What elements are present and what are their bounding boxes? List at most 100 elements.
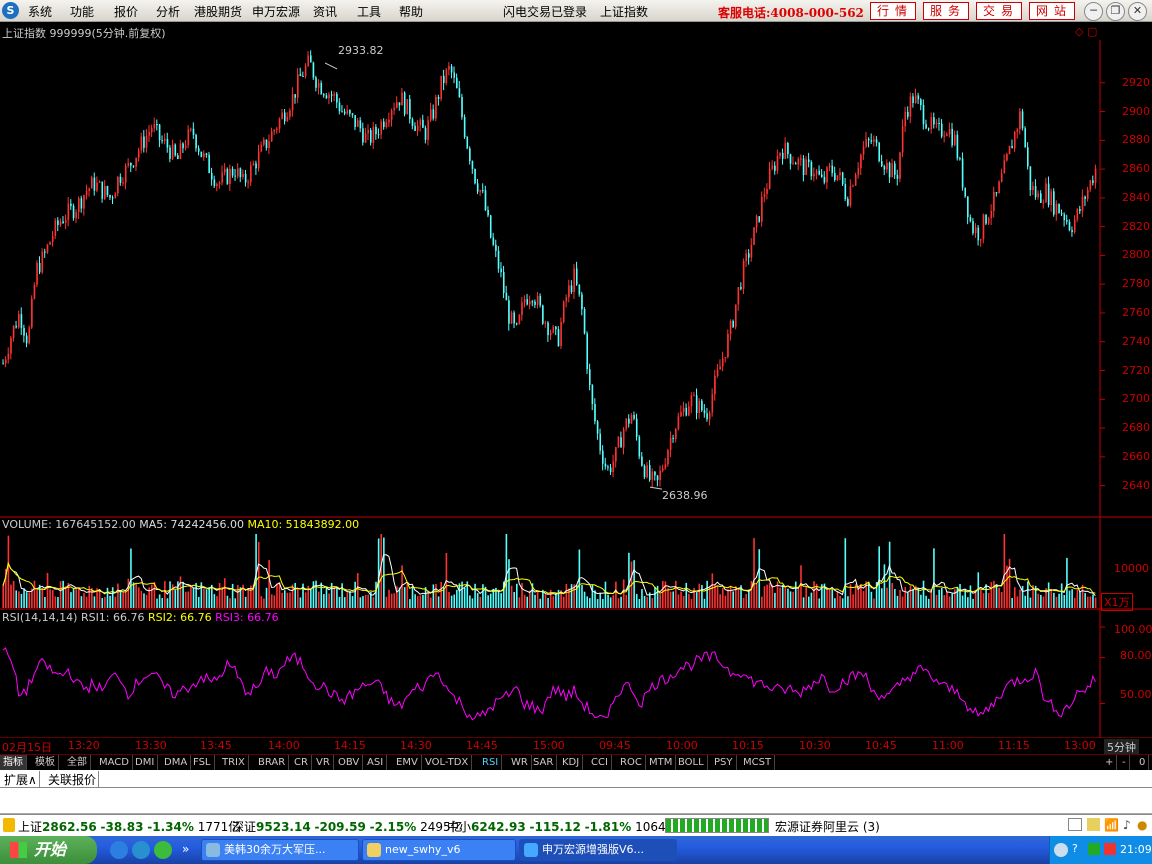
trade-button[interactable]: 交易	[976, 2, 1022, 20]
tab-brar[interactable]: BRAR	[255, 755, 290, 770]
volume-bar	[813, 581, 815, 608]
alert-icon[interactable]: ●	[1137, 818, 1147, 832]
candle-body	[698, 400, 701, 414]
antivirus-icon[interactable]	[1104, 843, 1116, 855]
tab-rsi[interactable]: RSI	[479, 755, 503, 770]
volume-bar	[122, 591, 124, 608]
service-button[interactable]: 服务	[923, 2, 969, 20]
menu-hk-futures[interactable]: 港股期货	[194, 3, 242, 20]
candle-body	[828, 165, 831, 168]
volume-bar	[927, 598, 930, 608]
tab-kdj[interactable]: KDJ	[559, 755, 584, 770]
chart-canvas[interactable]	[0, 22, 1152, 740]
menu-swhy[interactable]: 申万宏源	[252, 3, 300, 20]
tab-control-0[interactable]: +	[1102, 755, 1118, 770]
candle-body	[521, 302, 523, 315]
signal-icon[interactable]: 📶	[1104, 818, 1119, 832]
candle-body	[127, 162, 130, 166]
tab-dma[interactable]: DMA	[161, 755, 192, 770]
candle-body	[927, 128, 930, 130]
start-button[interactable]: 开始	[0, 836, 97, 864]
tab-模板[interactable]: 模板	[32, 755, 59, 770]
tab-cci[interactable]: CCI	[588, 755, 612, 770]
clock[interactable]: 21:09	[1120, 843, 1152, 856]
candle-body	[1086, 189, 1089, 200]
quote-button[interactable]: 行情	[870, 2, 916, 20]
tab-related-quote[interactable]: 关联报价	[46, 771, 100, 788]
sound-icon[interactable]: ♪	[1123, 818, 1131, 832]
tab-vol-tdx[interactable]: VOL-TDX	[422, 755, 473, 770]
tab-fsl[interactable]: FSL	[190, 755, 215, 770]
volume-bar	[787, 588, 789, 608]
sh-index[interactable]: 上证2862.56 -38.83 -1.34% 1771亿	[18, 818, 240, 835]
candle-body	[461, 97, 463, 118]
menu-system[interactable]: 系统	[28, 3, 52, 20]
help-icon[interactable]: ?	[1072, 842, 1078, 855]
candle-body	[323, 94, 325, 96]
volume-bar	[237, 585, 239, 608]
volume-bar	[1068, 590, 1071, 608]
browser-icon[interactable]	[132, 841, 150, 859]
app-logo-icon[interactable]: S	[2, 2, 19, 19]
server-name[interactable]: 宏源证券阿里云 (3)	[775, 818, 880, 835]
ie-icon[interactable]	[110, 841, 128, 859]
tab-mcst[interactable]: MCST	[740, 755, 776, 770]
tab-psy[interactable]: PSY	[711, 755, 737, 770]
tab-dmi[interactable]: DMI	[132, 755, 159, 770]
tab-extend[interactable]: 扩展∧	[2, 771, 40, 788]
tab-指标[interactable]: 指标	[0, 755, 27, 770]
tab-control-1[interactable]: -	[1119, 755, 1130, 770]
volume-bar	[925, 595, 927, 608]
shield-icon[interactable]	[1088, 843, 1100, 855]
quicklaunch-more-icon[interactable]: »	[182, 842, 189, 856]
window-icon[interactable]	[1068, 818, 1082, 831]
candle-body	[740, 287, 742, 289]
menu-function[interactable]: 功能	[70, 3, 94, 20]
tab-roc[interactable]: ROC	[617, 755, 646, 770]
taskbar-task-swhy[interactable]: 申万宏源增强版V6...	[519, 839, 677, 861]
period-selector[interactable]: 5分钟	[1104, 739, 1139, 755]
tray-expand-icon[interactable]	[1054, 843, 1068, 857]
tab-obv[interactable]: OBV	[335, 755, 364, 770]
restore-icon[interactable]: ❐	[1106, 2, 1125, 21]
lock-icon[interactable]	[1087, 818, 1100, 831]
menu-tools[interactable]: 工具	[357, 3, 381, 20]
tab-macd[interactable]: MACD	[96, 755, 133, 770]
chart-area[interactable]: 上证指数 999999(5分钟.前复权) ◇ ▢ 2933.82 2638.96…	[0, 22, 1152, 740]
menu-analysis[interactable]: 分析	[156, 3, 180, 20]
taskbar-task-folder[interactable]: new_swhy_v6	[362, 839, 516, 861]
candle-body	[38, 262, 41, 273]
tab-asi[interactable]: ASI	[364, 755, 388, 770]
tab-sar[interactable]: SAR	[530, 755, 558, 770]
status-icon[interactable]	[3, 818, 15, 832]
volume-bar	[849, 584, 852, 608]
menu-news[interactable]: 资讯	[313, 3, 337, 20]
menu-help[interactable]: 帮助	[399, 3, 423, 20]
candle-body	[117, 176, 119, 194]
sz-index[interactable]: 深证9523.14 -209.59 -2.15% 2495亿	[232, 818, 463, 835]
tab-wr[interactable]: WR	[508, 755, 532, 770]
volume-bar	[847, 596, 849, 608]
menu-quote[interactable]: 报价	[114, 3, 138, 20]
tab-emv[interactable]: EMV	[393, 755, 422, 770]
chart-options-icon[interactable]: ◇ ▢	[1075, 25, 1097, 38]
taskbar-task-browser[interactable]: 美韩30余万大军压...	[201, 839, 359, 861]
volume-bar	[270, 594, 273, 608]
volume-bar	[91, 587, 93, 608]
minimize-icon[interactable]: ─	[1084, 2, 1103, 21]
close-icon[interactable]: ✕	[1128, 2, 1147, 21]
tab-trix[interactable]: TRIX	[219, 755, 249, 770]
volume-bar	[304, 592, 307, 608]
tab-control-2[interactable]: 0	[1136, 755, 1150, 770]
tab-mtm[interactable]: MTM	[646, 755, 677, 770]
tab-cr[interactable]: CR	[291, 755, 312, 770]
tab-vr[interactable]: VR	[313, 755, 334, 770]
website-button[interactable]: 网站	[1029, 2, 1075, 20]
360-browser-icon[interactable]	[154, 841, 172, 859]
flash-trade-status[interactable]: 闪电交易已登录	[503, 3, 587, 20]
tab-全部[interactable]: 全部	[64, 755, 91, 770]
candle-body	[427, 120, 429, 140]
zx-index[interactable]: 中小6242.93 -115.12 -1.81% 1064亿	[447, 818, 678, 835]
candle-body	[510, 312, 513, 324]
tab-boll[interactable]: BOLL	[675, 755, 708, 770]
